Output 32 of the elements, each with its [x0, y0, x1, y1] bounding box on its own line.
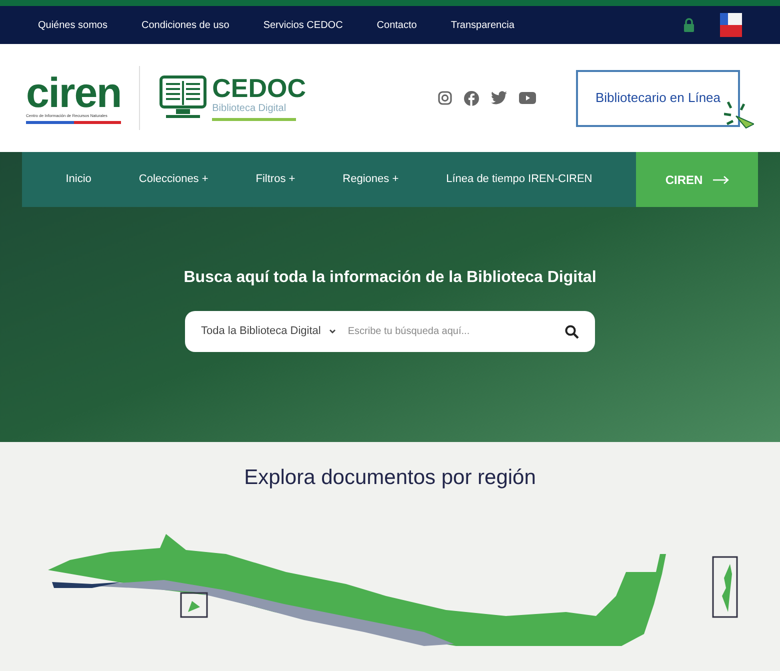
island-inset-icon[interactable]	[180, 592, 208, 618]
cedoc-logo[interactable]: CEDOC Biblioteca Digital	[158, 75, 306, 121]
search-input[interactable]: Escribe tu búsqueda aquí...	[348, 324, 565, 339]
top-link[interactable]: Contacto	[376, 18, 417, 32]
top-link[interactable]: Transparencia	[450, 18, 514, 32]
top-link[interactable]: Servicios CEDOC	[263, 18, 343, 32]
nav-link[interactable]: Inicio	[66, 171, 92, 188]
top-link[interactable]: Quiénes somos	[38, 18, 108, 32]
search-icon[interactable]	[565, 324, 579, 338]
section-title: Explora documentos por región	[244, 465, 536, 491]
book-icon	[158, 75, 208, 121]
territory-inset-icon[interactable]	[712, 556, 738, 618]
twitter-icon[interactable]	[491, 91, 507, 105]
chevron-down-icon[interactable]	[328, 329, 336, 334]
lock-icon[interactable]	[684, 18, 694, 32]
search-bar[interactable]: Toda la Biblioteca Digital Escribe tu búsqueda aquí...	[185, 311, 595, 352]
top-link[interactable]: Condiciones de uso	[141, 18, 230, 32]
scope-dropdown[interactable]: Toda la Biblioteca Digital	[201, 323, 321, 340]
flag-icon[interactable]	[720, 13, 742, 37]
nav-link[interactable]: Colecciones +	[138, 171, 208, 188]
hero-title: Busca aquí toda la información de la Biblioteca Digital	[184, 268, 596, 288]
nav-link[interactable]: Regiones +	[342, 171, 399, 188]
cedoc-subtitle: Biblioteca Digital	[212, 102, 288, 116]
youtube-icon[interactable]	[519, 92, 536, 104]
instagram-icon[interactable]	[438, 91, 452, 105]
logo-text: ciren	[26, 72, 122, 112]
facebook-icon[interactable]	[464, 90, 479, 106]
cedoc-title: CEDOC	[212, 75, 306, 101]
nav-link[interactable]: Filtros +	[256, 171, 296, 188]
nav-link[interactable]: Línea de tiempo IREN-CIREN	[446, 171, 592, 188]
arrow-right-icon	[712, 176, 729, 184]
librarian-button[interactable]: Bibliotecario en Línea	[576, 70, 740, 126]
